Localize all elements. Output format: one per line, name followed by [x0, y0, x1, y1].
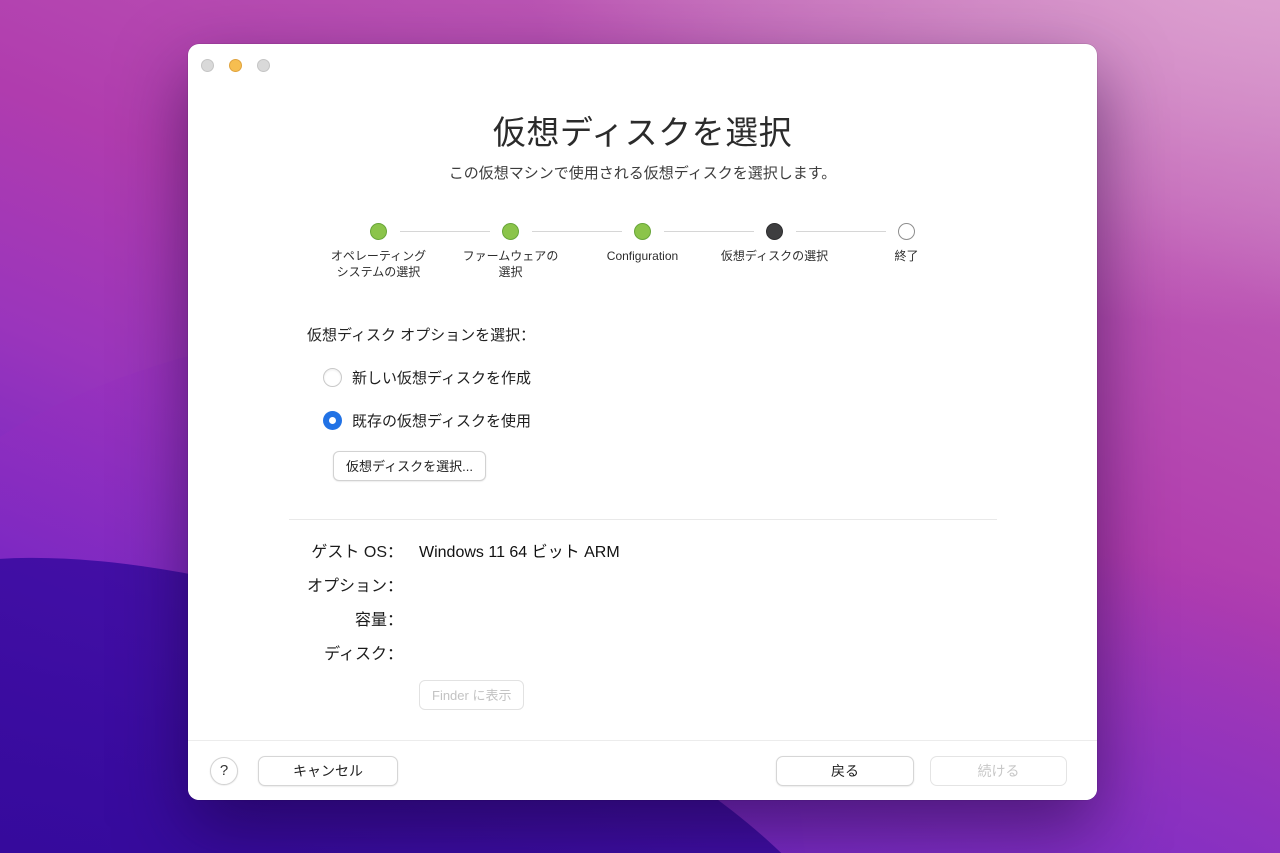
step-label: オペレーティング システムの選択 — [330, 249, 427, 280]
continue-button: 続ける — [930, 755, 1067, 786]
cancel-button[interactable]: キャンセル — [258, 755, 398, 786]
footer-bar: ? キャンセル 戻る 続ける — [188, 740, 1097, 800]
summary-label: ディスク： — [324, 646, 403, 664]
wizard-stepper: オペレーティング システムの選択 ファームウェアの 選択 Configurati… — [313, 223, 973, 280]
step-dot-current — [766, 223, 783, 240]
page-subtitle: この仮想マシンで使用される仮想ディスクを選択します。 — [448, 165, 837, 182]
radio-use-existing-disk[interactable]: 既存の仮想ディスクを使用 — [307, 410, 1097, 431]
summary-row-guest-os: ゲスト OS： Windows 11 64 ビット ARM — [188, 538, 1097, 572]
step-label: 仮想ディスクの選択 — [720, 249, 829, 263]
summary-label: オプション： — [306, 578, 403, 596]
summary-row-capacity: 容量： — [188, 606, 1097, 640]
step-label: 終了 — [894, 249, 919, 263]
summary-row-options: オプション： — [188, 572, 1097, 606]
back-button[interactable]: 戻る — [776, 755, 914, 786]
radio-selected-icon[interactable] — [323, 411, 342, 431]
summary-value: Windows 11 64 ビット ARM — [419, 544, 620, 562]
step-finish: 終了 — [795, 223, 973, 280]
show-in-finder-button: Finder に表示 — [419, 680, 525, 711]
radio-label: 新しい仮想ディスクを作成 — [352, 370, 531, 388]
vm-summary-section: ゲスト OS： Windows 11 64 ビット ARM オプション： 容量：… — [188, 538, 1097, 711]
close-button[interactable] — [201, 59, 214, 72]
zoom-button[interactable] — [257, 59, 270, 72]
summary-label: 容量： — [354, 612, 403, 630]
window-controls — [201, 59, 270, 72]
step-label: ファームウェアの 選択 — [462, 249, 559, 280]
radio-unselected-icon[interactable] — [323, 368, 342, 388]
summary-label: ゲスト OS： — [311, 544, 403, 562]
page-title: 仮想ディスクを選択 — [492, 114, 793, 151]
choose-virtual-disk-button[interactable]: 仮想ディスクを選択... — [333, 451, 486, 482]
step-label: Configuration — [606, 249, 679, 263]
summary-row-disk: ディスク： — [188, 640, 1097, 674]
help-button[interactable]: ? — [210, 756, 238, 785]
radio-label: 既存の仮想ディスクを使用 — [352, 413, 531, 431]
radio-create-new-disk[interactable]: 新しい仮想ディスクを作成 — [307, 367, 1097, 388]
disk-options-section: 仮想ディスク オプションを選択： 新しい仮想ディスクを作成 既存の仮想ディスクを… — [188, 324, 1097, 482]
disk-options-heading: 仮想ディスク オプションを選択： — [307, 327, 536, 345]
step-dot-done — [634, 223, 651, 240]
vm-wizard-window: 仮想ディスクを選択 この仮想マシンで使用される仮想ディスクを選択します。 オペレ… — [188, 44, 1097, 800]
minimize-button[interactable] — [229, 59, 242, 72]
section-divider — [288, 519, 997, 521]
step-dot-done — [502, 223, 519, 240]
step-dot-upcoming — [898, 223, 915, 240]
step-dot-done — [370, 223, 387, 240]
